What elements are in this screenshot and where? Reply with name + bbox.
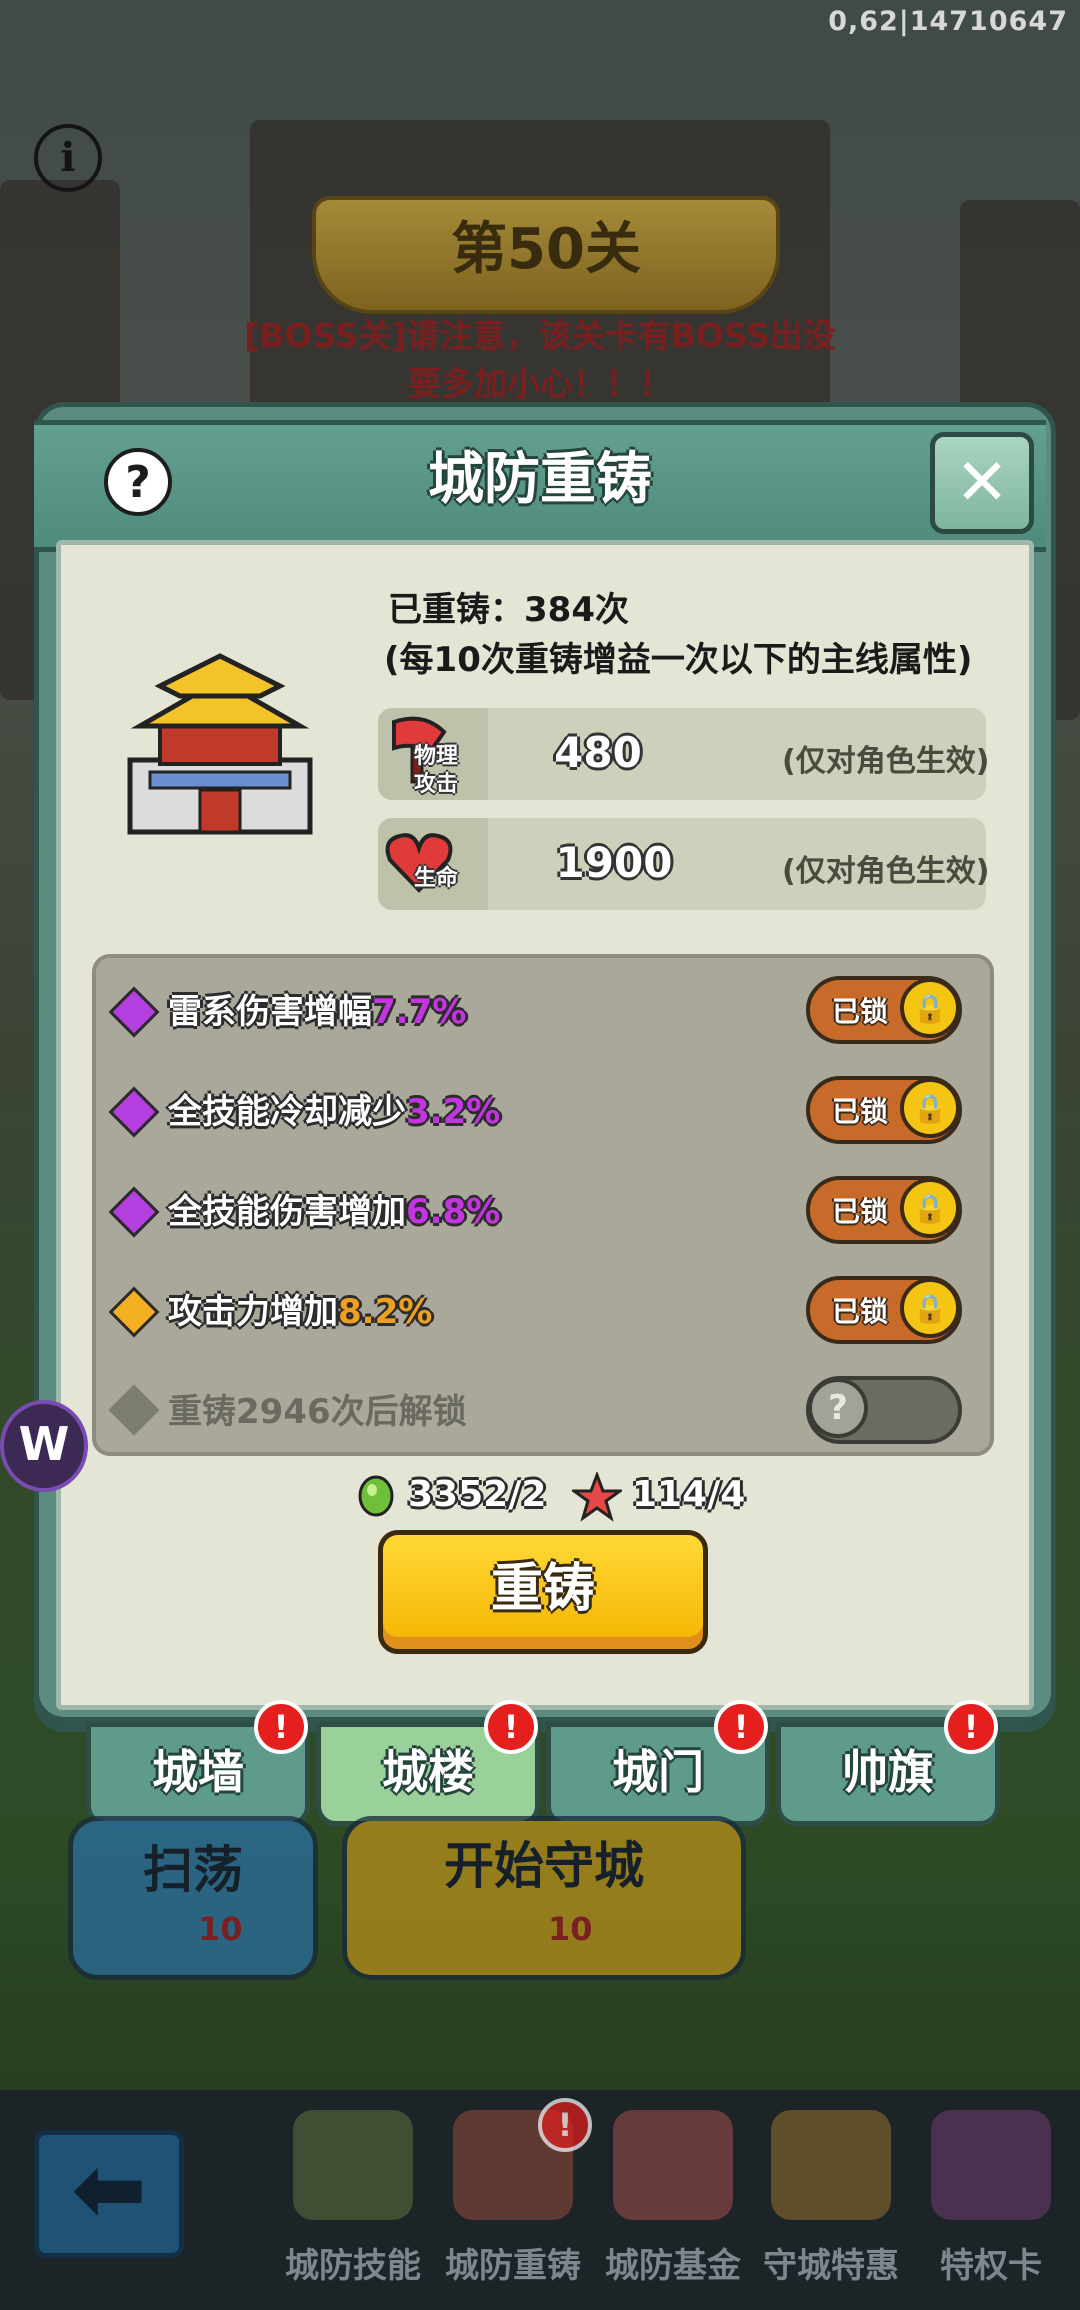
cost-star: 114/4 [632,1474,746,1515]
nav-label: 特权卡 [940,2246,1042,2286]
attribute-value: 6.8% [406,1192,501,1232]
nav-defense-deals[interactable]: 守城特惠 [756,2110,906,2300]
stat-icon-label-attack-2: 攻击 [414,772,459,797]
green-ore-icon [358,1475,394,1517]
nav-defense-fund[interactable]: 城防基金 [598,2110,748,2300]
tab-badge: ! [484,1700,538,1754]
lock-label: 已锁 [832,1195,889,1228]
start-defense-label: 开始守城 [444,1837,644,1895]
sweep-label: 扫荡 [143,1841,243,1899]
back-arrow-icon[interactable]: ⬅ [34,2130,184,2258]
attribute-value: 8.2% [338,1292,433,1332]
stage-title: 第50关 [451,217,641,282]
stat-value-attack: 480 [554,728,642,777]
locked-slot-text: 重铸2946次后解锁 [168,1392,467,1432]
attribute-value: 7.7% [372,992,467,1032]
padlock-icon: 🔒 [900,978,960,1038]
question-knob-icon: ? [808,1378,868,1438]
nav-label: 城防基金 [605,2246,741,2286]
hero-icon [293,2110,413,2220]
lock-toggle-4[interactable]: 已锁 🔒 [806,1276,962,1344]
lock-label: 已锁 [832,1095,889,1128]
padlock-icon: 🔒 [900,1078,960,1138]
stat-note-attack: (仅对角色生效) [782,744,990,779]
lock-toggle-2[interactable]: 已锁 🔒 [806,1076,962,1144]
debug-readout: 0,62|14710647 [828,6,1068,37]
attribute-value: 3.2% [406,1092,501,1132]
attribute-row-3: 全技能伤害增加6.8% [168,1184,500,1233]
nav-label: 城防技能 [285,2246,421,2286]
info-icon[interactable]: i [34,124,102,192]
boss-warning-line-1: [BOSS关]请注意，该关卡有BOSS出没 [244,316,836,355]
floating-w-logo-icon[interactable]: W [0,1400,88,1492]
padlock-icon: 🔒 [900,1178,960,1238]
city-tower-icon [127,653,313,835]
mascot-icon [613,2110,733,2220]
tab-badge: ! [714,1700,768,1754]
recast-button[interactable]: 重铸 [378,1530,708,1654]
nav-label: 守城特惠 [763,2246,899,2286]
attribute-name: 攻击力增加 [168,1292,338,1332]
nav-defense-skills[interactable]: 城防技能 [278,2110,428,2300]
padlock-icon: 🔒 [900,1278,960,1338]
lock-label: 已锁 [832,1295,889,1328]
close-icon: ✕ [955,446,1009,520]
attribute-row-2: 全技能冷却减少3.2% [168,1084,500,1133]
stat-value-hp: 1900 [555,838,673,887]
stat-icon-label-hp: 生命 [414,866,459,891]
stage-banner: 第50关 [312,196,780,314]
tab-badge: ! [944,1700,998,1754]
card-icon [931,2110,1051,2220]
treasure-icon [771,2110,891,2220]
red-star-icon [572,1472,622,1522]
tab-badge: ! [254,1700,308,1754]
attribute-row-1: 雷系伤害增幅7.7% [168,984,466,1033]
locked-slot-toggle[interactable]: ? [806,1376,962,1444]
recast-count: 已重铸：384次 [388,590,629,630]
nav-label: 城防重铸 [445,2246,581,2286]
question-icon[interactable]: ? [104,448,172,516]
close-button[interactable]: ✕ [930,432,1034,534]
attribute-name: 全技能冷却减少 [168,1092,406,1132]
lock-label: 已锁 [832,995,889,1028]
recast-note: (每10次重铸增益一次以下的主线属性) [384,640,973,680]
modal-title: 城防重铸 [428,447,652,512]
nav-privilege-card[interactable]: 特权卡 [916,2110,1066,2300]
boss-warning-line-2: 要多加小心！！！ [408,364,672,403]
lock-toggle-3[interactable]: 已锁 🔒 [806,1176,962,1244]
attribute-name: 全技能伤害增加 [168,1192,406,1232]
start-defense-count: 10 [548,1910,593,1948]
cost-ore: 3352/2 [408,1474,547,1515]
nav-badge: ! [538,2098,592,2152]
stat-icon-label-attack-1: 物理 [414,744,459,769]
stat-note-hp: (仅对角色生效) [782,854,990,889]
lock-toggle-1[interactable]: 已锁 🔒 [806,976,962,1044]
attribute-name: 雷系伤害增幅 [168,992,372,1032]
boss-warning: [BOSS关]请注意，该关卡有BOSS出没 要多加小心！！！ [160,312,920,408]
sweep-count: 10 [198,1910,243,1948]
attribute-row-4: 攻击力增加8.2% [168,1284,432,1333]
